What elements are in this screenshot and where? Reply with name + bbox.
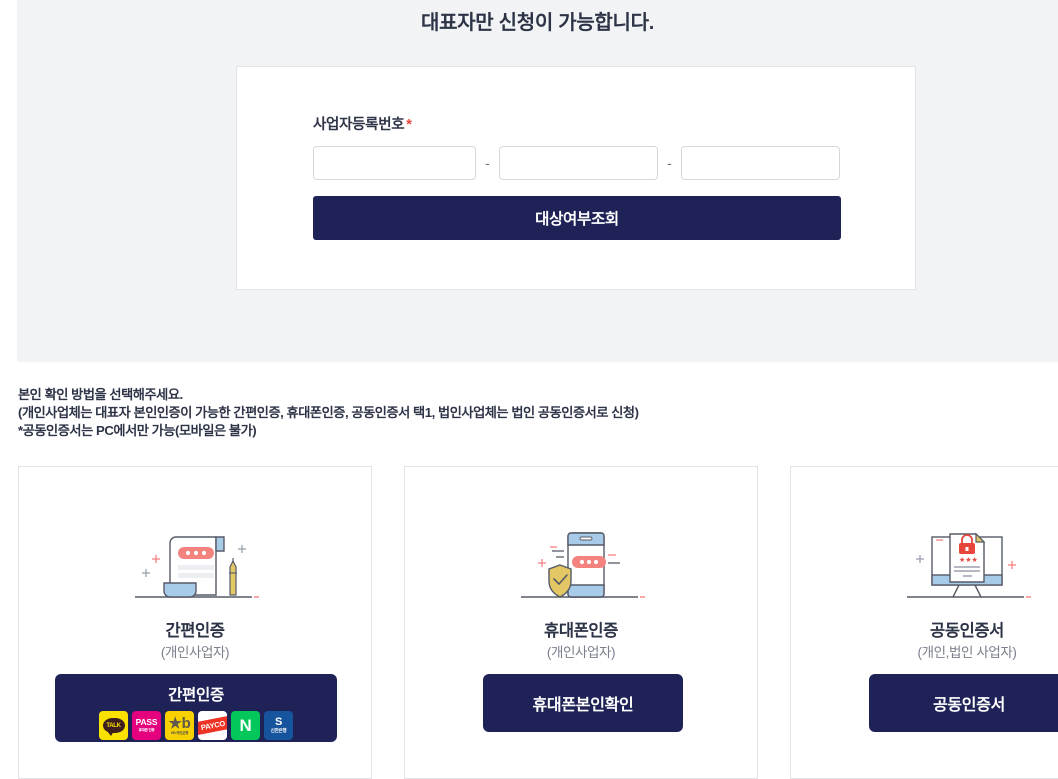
kakaotalk-logo-text: TALK: [106, 722, 121, 729]
shinhan-logo: S 신한은행: [264, 711, 293, 740]
business-number-input-1[interactable]: [313, 146, 476, 180]
instruction-line-3: *공동인증서는 PC에서만 가능(모바일은 불가): [18, 422, 257, 438]
kb-logo-text: ★b: [168, 714, 191, 732]
joint-certificate-button[interactable]: 공동인증서: [869, 674, 1058, 732]
kakaotalk-logo: TALK: [99, 711, 128, 740]
payco-logo-text: PAYCO: [200, 718, 226, 733]
instructions-block: 본인 확인 방법을 선택해주세요. (개인사업체는 대표자 본인인증이 가능한 …: [18, 386, 1038, 439]
auth-card-title: 간편인증: [165, 622, 225, 640]
auth-card-subtitle: (개인,법인 사업자): [917, 645, 1017, 660]
pass-logo: PASS 휴대폰 인증: [132, 711, 161, 740]
auth-method-cards: 간편인증 (개인사업자) 간편인증 TALK PASS 휴대폰 인증 ★b KB…: [18, 466, 1058, 779]
auth-card-mobile-auth[interactable]: 휴대폰인증 (개인사업자) 휴대폰본인확인: [404, 466, 758, 779]
pass-logo-text: PASS: [135, 717, 158, 728]
required-asterisk: *: [406, 117, 412, 133]
monitor-with-certificate-icon: ★★★: [791, 525, 1058, 603]
simple-auth-button-label: 간편인증: [168, 687, 224, 704]
business-number-input-3[interactable]: [681, 146, 840, 180]
business-number-label: 사업자등록번호 *: [313, 113, 412, 134]
shinhan-logo-sub: 신한은행: [270, 728, 287, 734]
simple-auth-provider-logos: TALK PASS 휴대폰 인증 ★b KB 국민은행 PAYCO N S 신한…: [99, 711, 293, 740]
pass-logo-sub: 휴대폰 인증: [138, 727, 155, 732]
check-eligibility-button[interactable]: 대상여부조회: [313, 196, 841, 240]
auth-card-title: 공동인증서: [930, 622, 1004, 640]
kb-logo-sub: KB 국민은행: [170, 730, 189, 735]
auth-card-subtitle: (개인사업자): [160, 645, 230, 660]
business-number-form: 사업자등록번호 * - - 대상여부조회: [236, 66, 916, 290]
naver-logo: N: [231, 711, 260, 740]
kb-logo: ★b KB 국민은행: [165, 711, 194, 740]
svg-text:★★★: ★★★: [959, 556, 978, 564]
naver-logo-text: N: [239, 716, 252, 735]
phone-with-shield-icon: [405, 525, 757, 603]
simple-auth-button[interactable]: 간편인증 TALK PASS 휴대폰 인증 ★b KB 국민은행 PAYCO N…: [55, 674, 337, 742]
business-number-input-2[interactable]: [499, 146, 658, 180]
business-number-label-text: 사업자등록번호: [313, 117, 405, 133]
auth-card-simple-auth[interactable]: 간편인증 (개인사업자) 간편인증 TALK PASS 휴대폰 인증 ★b KB…: [18, 466, 372, 779]
page-title: 대표자만 신청이 가능합니다.: [421, 12, 654, 34]
input-separator-2: -: [667, 155, 672, 171]
document-with-pen-icon: [19, 525, 371, 603]
auth-card-title: 휴대폰인증: [544, 622, 618, 640]
instruction-line-2: (개인사업체는 대표자 본인인증이 가능한 간편인증, 휴대폰인증, 공동인증서…: [18, 404, 639, 420]
payco-logo: PAYCO: [198, 711, 227, 740]
shinhan-logo-mark: S: [274, 716, 283, 729]
input-separator-1: -: [485, 155, 490, 171]
business-number-inputs: - -: [313, 146, 841, 180]
lookup-panel: 대표자만 신청이 가능합니다. 사업자등록번호 * - - 대상여부조회: [17, 0, 1058, 362]
auth-card-joint-certificate[interactable]: ★★★ 공동인증서 (개인,법인 사업자) 공동인증서: [790, 466, 1058, 779]
instruction-line-1: 본인 확인 방법을 선택해주세요.: [18, 387, 183, 402]
auth-card-subtitle: (개인사업자): [546, 645, 616, 660]
mobile-auth-button[interactable]: 휴대폰본인확인: [483, 674, 683, 732]
page-root: 대표자만 신청이 가능합니다. 사업자등록번호 * - - 대상여부조회 본인 확…: [0, 0, 1058, 779]
